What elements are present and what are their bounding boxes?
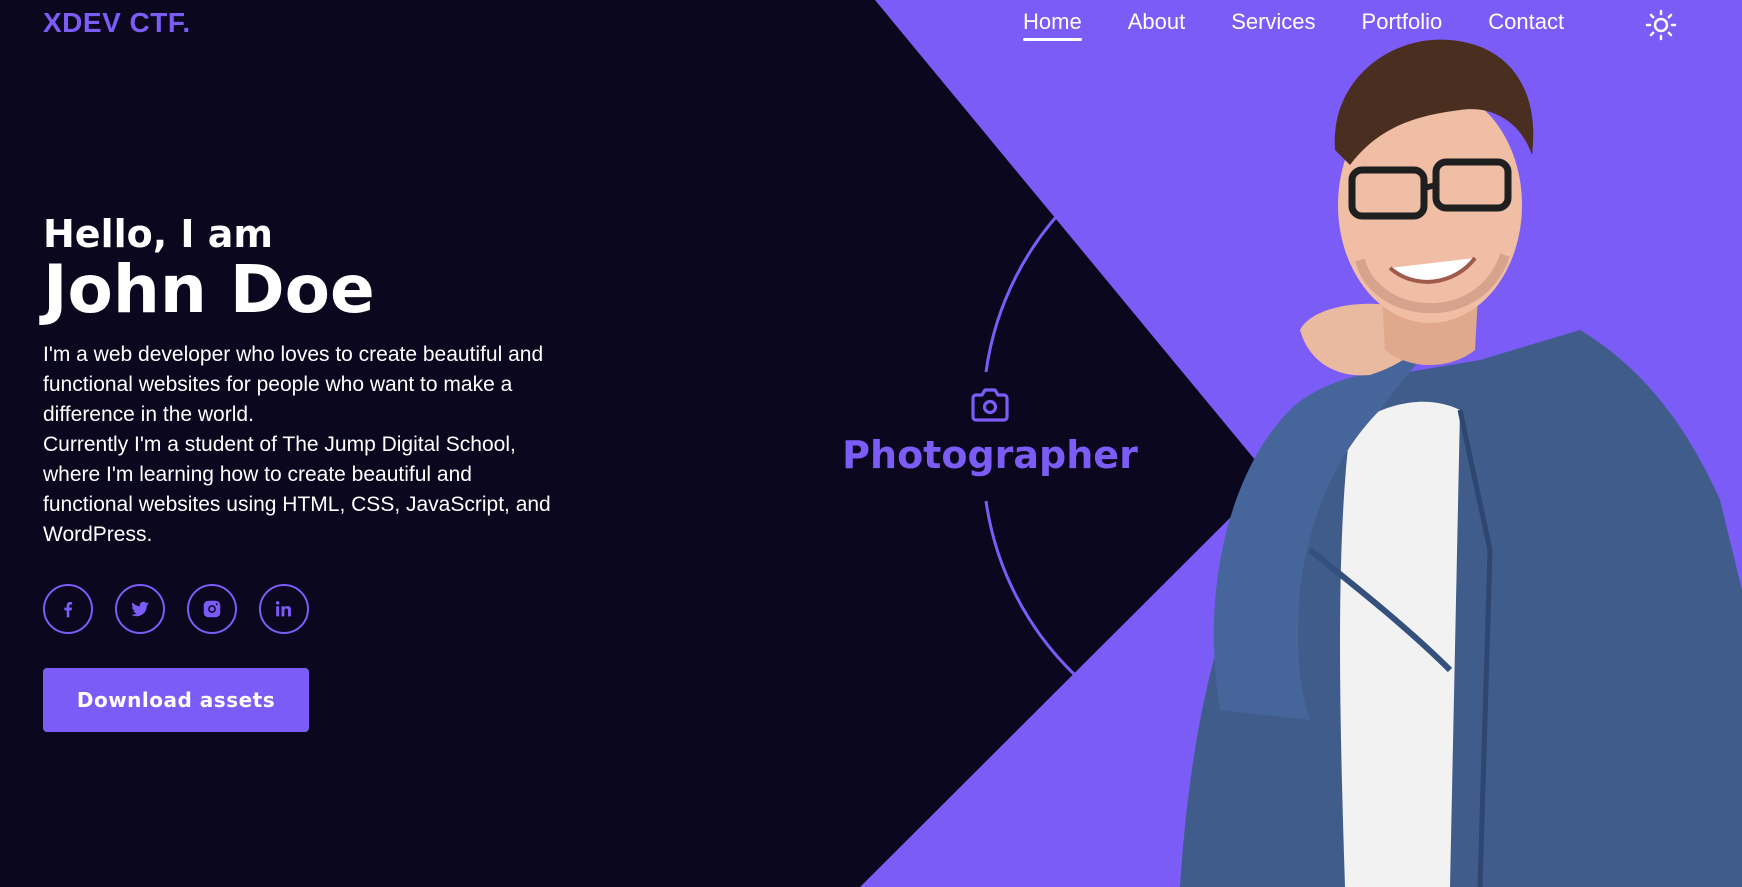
hero-greeting: Hello, I am: [43, 212, 274, 256]
bio-line: functional websites using HTML, CSS, Jav…: [43, 493, 551, 516]
nav-home[interactable]: Home: [1023, 9, 1082, 41]
bio-line: functional websites for people who want …: [43, 373, 513, 396]
instagram-link[interactable]: [187, 584, 237, 634]
bio-line: Currently I'm a student of The Jump Digi…: [43, 433, 516, 456]
linkedin-icon: [275, 601, 291, 617]
portrait-image: [1180, 39, 1742, 887]
bio-line: where I'm learning how to create beautif…: [43, 463, 472, 486]
linkedin-link[interactable]: [259, 584, 309, 634]
download-assets-button[interactable]: Download assets: [43, 668, 309, 732]
hero-bio: I'm a web developer who loves to create …: [43, 340, 623, 550]
role-label: Photographer: [842, 433, 1138, 477]
site-logo[interactable]: XDEV CTF.: [43, 7, 191, 39]
bio-line: WordPress.: [43, 523, 153, 546]
twitter-link[interactable]: [115, 584, 165, 634]
bio-line: difference in the world.: [43, 403, 254, 426]
landing-page: XDEV CTF. Home About Services Portfolio …: [0, 0, 1742, 887]
camera-icon: [971, 388, 1009, 422]
hero-name: John Doe: [43, 251, 375, 328]
instagram-icon: [203, 600, 221, 618]
facebook-icon: [64, 601, 73, 618]
social-links: [43, 584, 623, 634]
bio-line: I'm a web developer who loves to create …: [43, 343, 544, 366]
facebook-link[interactable]: [43, 584, 93, 634]
twitter-icon: [131, 601, 149, 617]
role-badge: Photographer: [820, 385, 1160, 477]
hero-section: Hello, I am John Doe I'm a web developer…: [43, 212, 623, 732]
